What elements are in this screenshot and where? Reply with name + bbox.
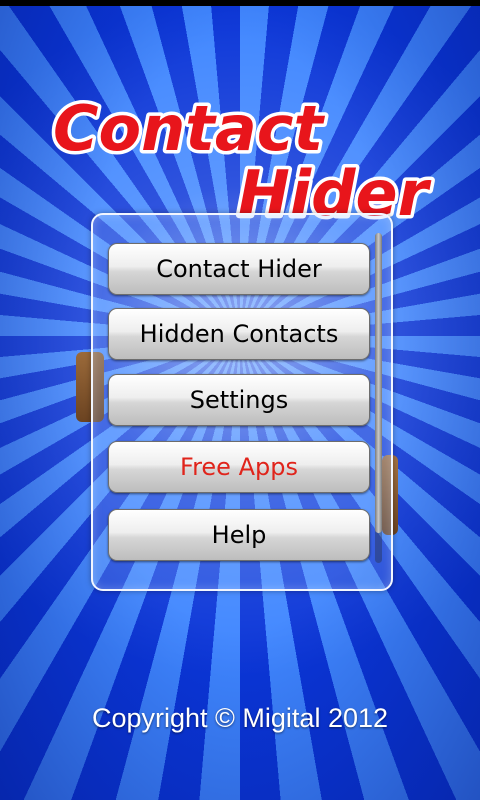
settings-button[interactable]: Settings bbox=[108, 374, 370, 426]
free-apps-button[interactable]: Free Apps bbox=[108, 441, 370, 493]
menu-scrollbar-thumb[interactable] bbox=[375, 233, 382, 533]
hidden-contacts-button[interactable]: Hidden Contacts bbox=[108, 308, 370, 360]
menu-scrollbar[interactable] bbox=[375, 233, 382, 563]
copyright-text: Copyright © Migital 2012 bbox=[91, 703, 389, 733]
app-logo: Contact Hider bbox=[50, 89, 436, 234]
logo-title-contact: Contact bbox=[53, 92, 325, 165]
contact-hider-button[interactable]: Contact Hider bbox=[108, 243, 370, 295]
help-button[interactable]: Help bbox=[108, 509, 370, 561]
main-menu-panel: Contact Hider Hidden Contacts Settings F… bbox=[91, 213, 393, 591]
